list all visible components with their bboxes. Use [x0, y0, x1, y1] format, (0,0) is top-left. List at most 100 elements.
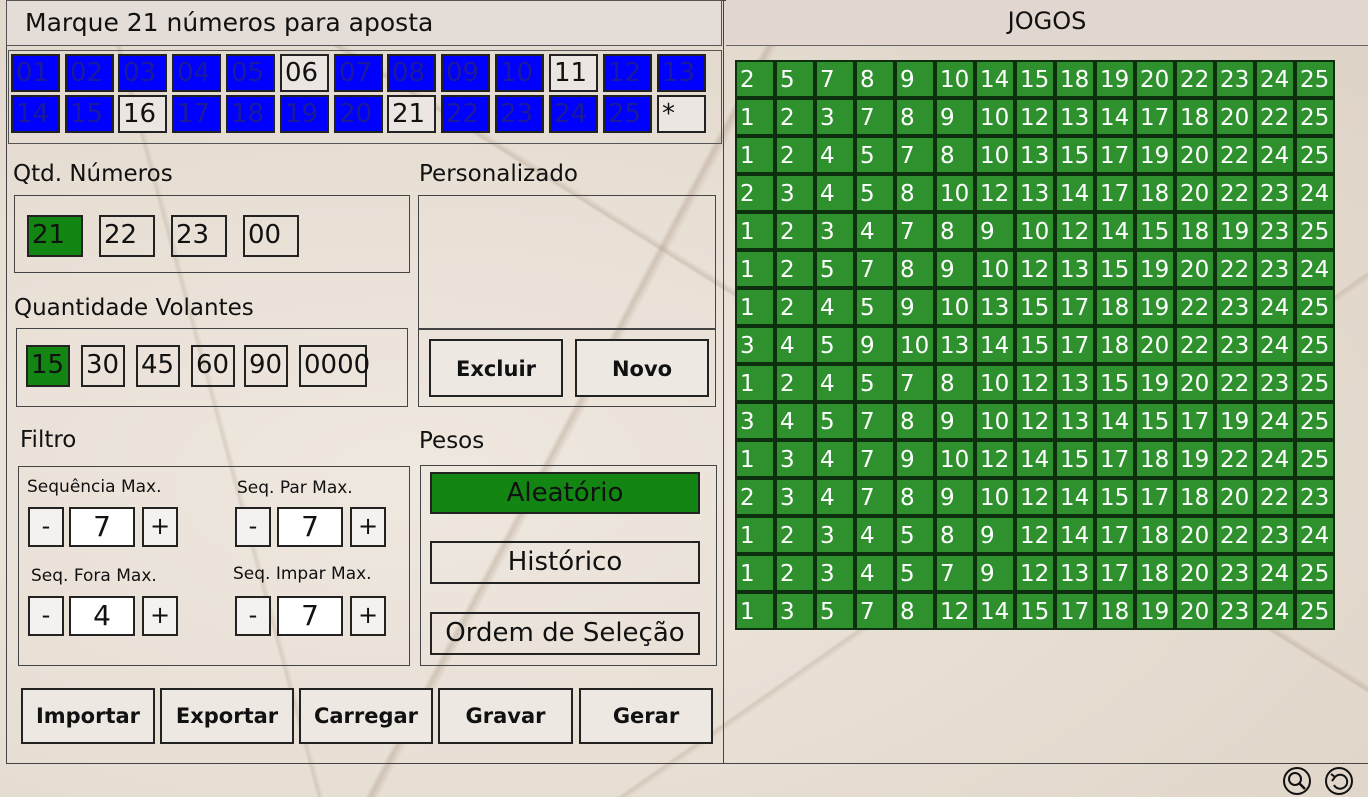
jogo-cell: 7 — [895, 212, 935, 250]
jogo-cell: 1 — [735, 98, 775, 136]
jogo-cell: 4 — [775, 402, 815, 440]
jogo-cell: 22 — [1175, 288, 1215, 326]
jogo-cell: 3 — [735, 326, 775, 364]
jogo-cell: 20 — [1175, 364, 1215, 402]
number-cell[interactable]: 22 — [441, 95, 490, 133]
seq-fora-label: Seq. Fora Max. — [31, 566, 157, 586]
jogo-cell: 8 — [895, 478, 935, 516]
carregar-button[interactable]: Carregar — [299, 688, 433, 744]
jogo-cell: 4 — [815, 440, 855, 478]
number-cell[interactable]: 20 — [334, 95, 383, 133]
bottom-bar — [0, 764, 1368, 797]
jogo-cell: 12 — [975, 174, 1015, 212]
importar-button[interactable]: Importar — [21, 688, 155, 744]
novo-button[interactable]: Novo — [575, 339, 709, 397]
jogo-cell: 25 — [1295, 364, 1335, 402]
jogo-cell: 15 — [1135, 402, 1175, 440]
number-cell[interactable]: 03 — [118, 54, 167, 92]
number-cell[interactable]: 15 — [65, 95, 114, 133]
historico-button[interactable]: Histórico — [430, 541, 700, 584]
number-cell[interactable]: 01 — [11, 54, 60, 92]
personalizado-list[interactable] — [418, 195, 716, 329]
number-cell[interactable]: 17 — [172, 95, 221, 133]
jogo-cell: 14 — [1095, 98, 1135, 136]
number-cell[interactable]: 25 — [603, 95, 652, 133]
seq-fora-value[interactable]: 4 — [69, 596, 135, 636]
jogo-cell: 3 — [815, 516, 855, 554]
excluir-button[interactable]: Excluir — [429, 339, 563, 397]
number-cell[interactable]: 10 — [495, 54, 544, 92]
number-cell[interactable]: 06 — [280, 54, 329, 92]
jogo-cell: 12 — [1015, 250, 1055, 288]
jogo-cell: 1 — [735, 136, 775, 174]
search-icon[interactable] — [1283, 767, 1311, 795]
seq-fora-plus-button[interactable]: + — [142, 596, 178, 636]
gravar-button[interactable]: Gravar — [438, 688, 573, 744]
aleatorio-button[interactable]: Aleatório — [430, 472, 700, 514]
seq-max-value[interactable]: 7 — [69, 507, 135, 547]
qtd-numeros-option[interactable]: 23 — [171, 215, 227, 257]
seq-par-value[interactable]: 7 — [277, 507, 343, 547]
seq-impar-plus-button[interactable]: + — [350, 596, 386, 636]
seq-impar-minus-button[interactable]: - — [235, 596, 271, 636]
volantes-option[interactable]: 0000 — [299, 345, 370, 387]
jogo-cell: 10 — [1015, 212, 1055, 250]
jogo-cell: 5 — [855, 364, 895, 402]
exportar-button[interactable]: Exportar — [160, 688, 294, 744]
number-cell[interactable]: 12 — [603, 54, 652, 92]
volantes-option[interactable]: 30 — [81, 345, 125, 387]
number-cell[interactable]: 08 — [387, 54, 436, 92]
number-cell[interactable]: 18 — [226, 95, 275, 133]
jogo-cell: 22 — [1215, 440, 1255, 478]
volantes-option[interactable]: 15 — [26, 345, 70, 387]
jogo-cell: 10 — [975, 136, 1015, 174]
jogo-cell: 25 — [1295, 554, 1335, 592]
jogo-cell: 2 — [775, 554, 815, 592]
volantes-option[interactable]: 60 — [191, 345, 235, 387]
gerar-button[interactable]: Gerar — [579, 688, 713, 744]
number-cell[interactable]: 09 — [441, 54, 490, 92]
seq-par-plus-button[interactable]: + — [350, 507, 386, 547]
number-cell[interactable]: 19 — [280, 95, 329, 133]
jogo-cell: 18 — [1095, 326, 1135, 364]
qtd-numeros-option[interactable]: 22 — [99, 215, 155, 257]
number-cell[interactable]: 07 — [334, 54, 383, 92]
number-cell[interactable]: 13 — [657, 54, 706, 92]
number-cell[interactable]: 24 — [549, 95, 598, 133]
back-icon[interactable] — [1325, 767, 1353, 795]
number-cell[interactable]: 11 — [549, 54, 598, 92]
jogo-cell: 15 — [1055, 440, 1095, 478]
qtd-numeros-option[interactable]: 00 — [243, 215, 299, 257]
ordem-selecao-button[interactable]: Ordem de Seleção — [430, 612, 700, 655]
number-cell[interactable]: 02 — [65, 54, 114, 92]
seq-impar-value[interactable]: 7 — [277, 596, 343, 636]
number-cell[interactable]: 14 — [11, 95, 60, 133]
jogo-cell: 2 — [775, 212, 815, 250]
jogo-cell: 3 — [815, 98, 855, 136]
jogo-cell: 10 — [935, 60, 975, 98]
number-cell[interactable]: 16 — [118, 95, 167, 133]
jogo-cell: 7 — [815, 60, 855, 98]
number-cell[interactable]: * — [657, 95, 706, 133]
volantes-option[interactable]: 45 — [136, 345, 180, 387]
jogo-cell: 10 — [975, 250, 1015, 288]
instruction-text: Marque 21 números para aposta — [25, 8, 434, 37]
number-cell[interactable]: 23 — [495, 95, 544, 133]
jogo-cell: 18 — [1135, 554, 1175, 592]
number-cell[interactable]: 21 — [387, 95, 436, 133]
jogo-cell: 9 — [975, 554, 1015, 592]
number-cell[interactable]: 05 — [226, 54, 275, 92]
jogo-cell: 22 — [1175, 60, 1215, 98]
number-cell[interactable]: 04 — [172, 54, 221, 92]
seq-max-minus-button[interactable]: - — [28, 507, 64, 547]
jogo-cell: 22 — [1215, 174, 1255, 212]
qtd-numeros-option[interactable]: 21 — [27, 215, 83, 257]
seq-max-plus-button[interactable]: + — [142, 507, 178, 547]
seq-par-minus-button[interactable]: - — [235, 507, 271, 547]
volantes-option[interactable]: 90 — [244, 345, 288, 387]
jogo-cell: 20 — [1175, 554, 1215, 592]
seq-fora-minus-button[interactable]: - — [28, 596, 64, 636]
jogo-cell: 1 — [735, 364, 775, 402]
jogo-cell: 10 — [975, 478, 1015, 516]
jogo-cell: 18 — [1135, 174, 1175, 212]
